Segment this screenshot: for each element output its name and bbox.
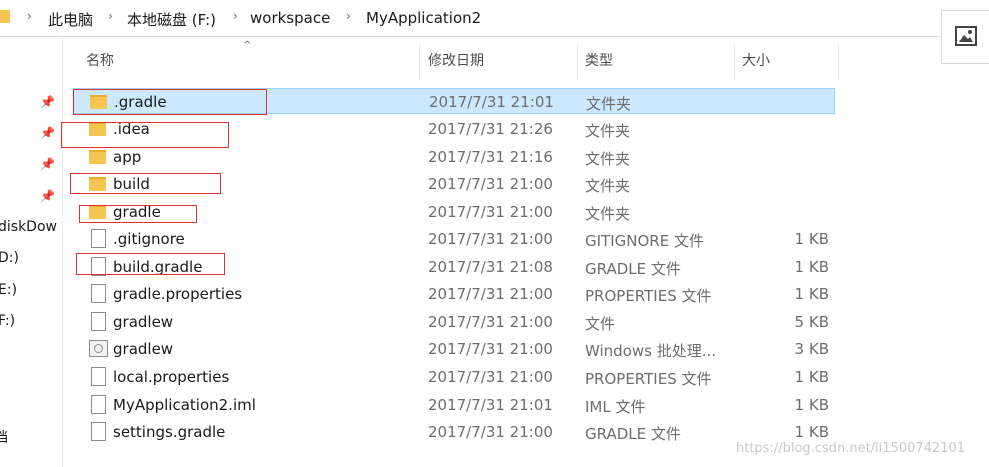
file-date: 2017/7/31 21:00 xyxy=(428,313,553,331)
file-type: Windows 批处理... xyxy=(585,342,717,360)
sort-ascending-icon: ^ xyxy=(243,40,252,51)
file-icon xyxy=(91,422,106,441)
highlight-box-build xyxy=(70,173,221,194)
column-header-date[interactable]: 修改日期 xyxy=(428,50,484,70)
highlight-box-gradle-folder xyxy=(73,89,267,115)
file-type: 文件 xyxy=(585,315,616,333)
file-date: 2017/7/31 21:00 xyxy=(428,368,553,386)
column-divider[interactable] xyxy=(838,44,839,78)
highlight-box-gradle xyxy=(79,205,197,223)
file-type: 文件夹 xyxy=(586,95,632,113)
file-type: 文件夹 xyxy=(585,150,631,168)
batch-file-icon xyxy=(89,340,108,357)
file-size: 3 KB xyxy=(794,340,829,358)
file-date: 2017/7/31 21:00 xyxy=(428,423,553,441)
file-row[interactable]: gradle.properties 2017/7/31 21:00 PROPER… xyxy=(73,281,835,307)
column-divider[interactable] xyxy=(734,44,735,78)
highlight-box-build-gradle xyxy=(76,253,225,275)
file-type: IML 文件 xyxy=(585,398,646,416)
file-type: GITIGNORE 文件 xyxy=(585,232,704,250)
file-size: 5 KB xyxy=(794,313,829,331)
file-name: MyApplication2.iml xyxy=(113,396,256,414)
file-row[interactable]: local.properties 2017/7/31 21:00 PROPERT… xyxy=(73,364,835,390)
nav-item-drive-e[interactable]: E:) xyxy=(0,282,17,298)
file-size: 1 KB xyxy=(794,285,829,303)
nav-item-drive-d[interactable]: D:) xyxy=(0,250,19,266)
file-date: 2017/7/31 21:01 xyxy=(429,93,554,111)
file-type: PROPERTIES 文件 xyxy=(585,287,712,305)
file-row[interactable]: .gitignore 2017/7/31 21:00 GITIGNORE 文件 … xyxy=(73,226,835,252)
file-row[interactable]: settings.gradle 2017/7/31 21:00 GRADLE 文… xyxy=(73,419,835,445)
file-icon xyxy=(91,312,106,331)
file-type: GRADLE 文件 xyxy=(585,425,681,443)
file-size: 1 KB xyxy=(794,423,829,441)
file-type: 文件夹 xyxy=(585,122,631,140)
breadcrumb-drive-f[interactable]: 本地磁盘 (F:) xyxy=(127,9,216,30)
preview-pane-button[interactable] xyxy=(941,10,989,64)
chevron-right-icon[interactable]: › xyxy=(346,9,351,23)
file-date: 2017/7/31 21:00 xyxy=(428,175,553,193)
file-date: 2017/7/31 21:00 xyxy=(428,340,553,358)
column-divider[interactable] xyxy=(419,44,420,78)
chevron-right-icon[interactable]: › xyxy=(233,9,238,23)
image-icon xyxy=(955,26,977,46)
column-header-type[interactable]: 类型 xyxy=(585,50,613,70)
file-icon xyxy=(91,395,106,414)
file-date: 2017/7/31 21:00 xyxy=(428,285,553,303)
highlight-box-idea xyxy=(61,122,229,148)
file-name: settings.gradle xyxy=(113,423,226,441)
column-header-name[interactable]: 名称 xyxy=(86,50,114,70)
navigation-pane: 📌 📌 📌 📌 diskDow D:) E:) F:) 档 xyxy=(0,37,63,467)
file-size: 1 KB xyxy=(794,396,829,414)
file-date: 2017/7/31 21:26 xyxy=(428,120,553,138)
file-date: 2017/7/31 21:00 xyxy=(428,230,553,248)
file-icon xyxy=(91,367,106,386)
nav-item-documents[interactable]: 档 xyxy=(0,427,8,447)
file-name: gradlew xyxy=(113,313,174,331)
file-type: 文件夹 xyxy=(585,205,631,223)
chevron-right-icon[interactable]: › xyxy=(108,9,113,23)
file-icon xyxy=(91,229,106,248)
file-date: 2017/7/31 21:01 xyxy=(428,396,553,414)
file-date: 2017/7/31 21:08 xyxy=(428,258,553,276)
file-size: 1 KB xyxy=(794,368,829,386)
file-name: gradlew xyxy=(113,340,174,358)
address-bar[interactable]: › 此电脑 › 本地磁盘 (F:) › workspace › MyApplic… xyxy=(0,0,940,37)
column-divider[interactable] xyxy=(577,44,578,78)
pin-icon[interactable]: 📌 xyxy=(40,189,55,203)
pin-icon[interactable]: 📌 xyxy=(40,126,55,140)
column-header-size[interactable]: 大小 xyxy=(742,50,770,70)
file-date: 2017/7/31 21:16 xyxy=(428,148,553,166)
file-name: .gitignore xyxy=(113,230,185,248)
file-date: 2017/7/31 21:00 xyxy=(428,203,553,221)
file-type: PROPERTIES 文件 xyxy=(585,370,712,388)
breadcrumb-workspace[interactable]: workspace xyxy=(250,9,330,27)
file-row[interactable]: gradlew 2017/7/31 21:00 Windows 批处理... 3… xyxy=(73,336,835,362)
breadcrumb-this-pc[interactable]: 此电脑 xyxy=(48,9,93,30)
nav-item-drive-f[interactable]: F:) xyxy=(0,313,15,329)
chevron-right-icon[interactable]: › xyxy=(27,9,32,23)
file-type: GRADLE 文件 xyxy=(585,260,681,278)
file-size: 1 KB xyxy=(794,230,829,248)
folder-icon xyxy=(0,10,10,23)
nav-item-diskdownload[interactable]: diskDow xyxy=(0,219,57,235)
breadcrumb-myapplication2[interactable]: MyApplication2 xyxy=(366,9,481,27)
file-row[interactable]: gradlew 2017/7/31 21:00 文件 5 KB xyxy=(73,309,835,335)
pin-icon[interactable]: 📌 xyxy=(40,157,55,171)
file-type: 文件夹 xyxy=(585,177,631,195)
watermark: https://blog.csdn.net/li1500742101 xyxy=(736,441,965,456)
file-size: 1 KB xyxy=(794,258,829,276)
file-name: gradle.properties xyxy=(113,285,243,303)
pin-icon[interactable]: 📌 xyxy=(40,95,55,109)
file-name: app xyxy=(113,148,142,166)
file-icon xyxy=(91,284,106,303)
file-row[interactable]: MyApplication2.iml 2017/7/31 21:01 IML 文… xyxy=(73,392,835,418)
folder-icon xyxy=(89,150,106,164)
file-name: local.properties xyxy=(113,368,230,386)
